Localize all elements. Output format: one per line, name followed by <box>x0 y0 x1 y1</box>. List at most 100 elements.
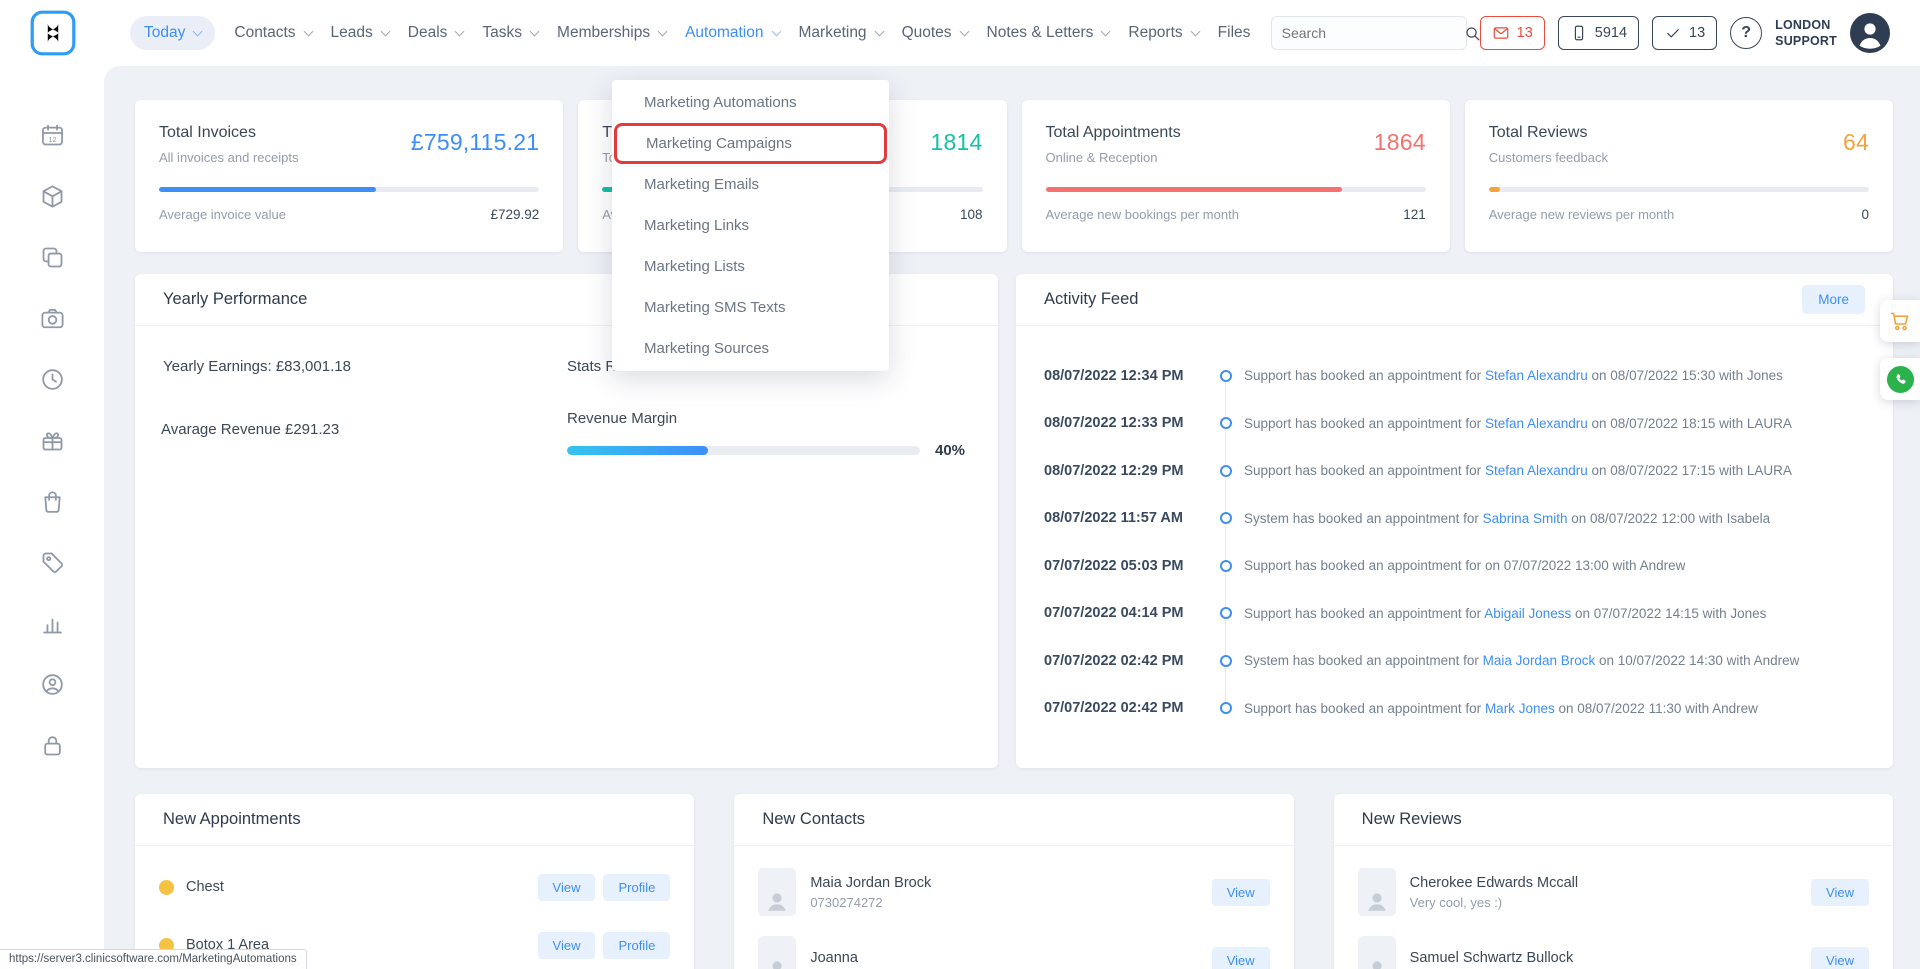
stat-progress-fill <box>159 187 376 192</box>
menu-item-marketing-emails[interactable]: Marketing Emails <box>612 164 889 205</box>
nav-item-memberships[interactable]: Memberships <box>557 24 666 42</box>
check-icon <box>1664 24 1682 42</box>
menu-item-marketing-lists[interactable]: Marketing Lists <box>612 246 889 287</box>
calendar-icon[interactable]: 12 <box>39 122 66 149</box>
new-appointments-card: New Appointments Chest View Profile Boto… <box>135 794 694 969</box>
location-label: LONDON SUPPORT <box>1775 17 1837 50</box>
feed-contact-link[interactable]: Abigail Joness <box>1484 606 1571 621</box>
feed-item: 08/07/2022 11:57 AM System has booked an… <box>1044 495 1865 543</box>
feed-item: 08/07/2022 12:33 PM Support has booked a… <box>1044 400 1865 448</box>
revenue-margin-label: Revenue Margin <box>567 410 965 427</box>
stat-progress-bar <box>1046 187 1426 192</box>
yearly-earnings: Yearly Earnings: £83,001.18 <box>163 358 351 375</box>
nav-item-automation[interactable]: Automation <box>685 24 779 42</box>
feed-timestamp: 08/07/2022 11:57 AM <box>1044 510 1212 526</box>
stat-progress-bar <box>1489 187 1869 192</box>
cart-icon <box>1888 309 1912 333</box>
revenue-margin-bar <box>567 446 920 455</box>
mail-counter[interactable]: 13 <box>1480 16 1545 50</box>
nav-item-marketing[interactable]: Marketing <box>799 24 883 42</box>
feed-marker-icon <box>1220 512 1232 524</box>
menu-item-marketing-sms-texts[interactable]: Marketing SMS Texts <box>612 287 889 328</box>
support-icon[interactable] <box>39 671 66 698</box>
profile-button[interactable]: Profile <box>603 874 670 901</box>
tag-icon[interactable] <box>39 549 66 576</box>
stat-progress-bar <box>159 187 539 192</box>
phone-counter[interactable]: 5914 <box>1558 16 1639 50</box>
more-button[interactable]: More <box>1802 285 1865 314</box>
gift-icon[interactable] <box>39 427 66 454</box>
nav-item-quotes[interactable]: Quotes <box>902 24 968 42</box>
view-button[interactable]: View <box>1811 879 1869 906</box>
call-widget-button[interactable] <box>1880 358 1920 400</box>
menu-item-marketing-automations[interactable]: Marketing Automations <box>612 82 889 123</box>
feed-timestamp: 07/07/2022 02:42 PM <box>1044 700 1212 716</box>
stat-card-total-reviews: Total Reviews Customers feedback 64 Aver… <box>1465 100 1893 252</box>
nav-item-notes-letters[interactable]: Notes & Letters <box>987 24 1110 42</box>
feed-contact-link[interactable]: Sabrina Smith <box>1483 511 1568 526</box>
view-button[interactable]: View <box>538 932 596 959</box>
person-avatar <box>1358 868 1396 916</box>
top-bar: Today Contacts Leads Deals Tasks Members… <box>0 0 1920 66</box>
lock-icon[interactable] <box>39 732 66 759</box>
package-icon[interactable] <box>39 183 66 210</box>
stat-value: 1864 <box>1374 129 1426 156</box>
stat-progress-fill <box>1489 187 1500 192</box>
contact-row: Maia Jordan Brock 0730274272 View <box>734 858 1293 926</box>
nav-item-reports[interactable]: Reports <box>1128 24 1198 42</box>
chevron-down-icon <box>874 27 884 37</box>
person-avatar <box>758 936 796 969</box>
cart-widget-button[interactable] <box>1880 300 1920 342</box>
feed-text: System has booked an appointment for Sab… <box>1244 511 1770 526</box>
nav-item-deals[interactable]: Deals <box>408 24 464 42</box>
user-avatar[interactable] <box>1850 13 1890 53</box>
search-input[interactable] <box>1282 25 1463 41</box>
bottom-row: New Appointments Chest View Profile Boto… <box>135 794 1893 969</box>
feed-contact-link[interactable]: Stefan Alexandru <box>1485 368 1588 383</box>
view-button[interactable]: View <box>1212 947 1270 969</box>
revenue-margin-fill <box>567 446 708 455</box>
view-button[interactable]: View <box>1212 879 1270 906</box>
stat-cards-row: Total Invoices All invoices and receipts… <box>135 100 1893 252</box>
feed-contact-link[interactable]: Mark Jones <box>1485 701 1555 716</box>
middle-row: Yearly Performance Yearly Earnings: £83,… <box>135 274 1893 768</box>
bar-chart-icon[interactable] <box>39 610 66 637</box>
nav-item-today[interactable]: Today <box>130 16 215 50</box>
view-button[interactable]: View <box>538 874 596 901</box>
nav-item-files[interactable]: Files <box>1218 24 1251 42</box>
left-sidebar: 12 <box>0 66 104 969</box>
profile-button[interactable]: Profile <box>603 932 670 959</box>
feed-text: Support has booked an appointment for Ab… <box>1244 606 1766 621</box>
feed-contact-link[interactable]: Stefan Alexandru <box>1485 416 1588 431</box>
view-button[interactable]: View <box>1811 947 1869 969</box>
nav-item-contacts[interactable]: Contacts <box>234 24 311 42</box>
nav-item-leads[interactable]: Leads <box>331 24 389 42</box>
stat-subtitle: Customers feedback <box>1489 150 1869 165</box>
copy-icon[interactable] <box>39 244 66 271</box>
menu-item-marketing-campaigns[interactable]: Marketing Campaigns <box>614 123 887 164</box>
mobile-phone-icon <box>1570 24 1588 42</box>
phone-count: 5914 <box>1595 25 1627 41</box>
menu-item-marketing-sources[interactable]: Marketing Sources <box>612 328 889 369</box>
feed-timestamp: 08/07/2022 12:34 PM <box>1044 368 1212 384</box>
history-icon[interactable] <box>39 366 66 393</box>
app-logo[interactable] <box>30 10 76 56</box>
feed-contact-link[interactable]: Maia Jordan Brock <box>1483 653 1596 668</box>
browser-status-bar: https://server3.clinicsoftware.com/Marke… <box>0 949 307 969</box>
camera-icon[interactable] <box>39 305 66 332</box>
help-button[interactable]: ? <box>1730 17 1762 49</box>
new-reviews-card: New Reviews Cherokee Edwards Mccall Very… <box>1334 794 1893 969</box>
nav-item-tasks[interactable]: Tasks <box>482 24 538 42</box>
tasks-counter[interactable]: 13 <box>1652 16 1717 50</box>
search-icon[interactable] <box>1463 24 1482 43</box>
menu-item-marketing-links[interactable]: Marketing Links <box>612 205 889 246</box>
stat-card-total-appointments: Total Appointments Online & Reception 18… <box>1022 100 1450 252</box>
feed-text: Support has booked an appointment for St… <box>1244 463 1792 478</box>
feed-contact-link[interactable]: Stefan Alexandru <box>1485 463 1588 478</box>
stat-title: Total Reviews <box>1489 124 1869 142</box>
shopping-bag-icon[interactable] <box>39 488 66 515</box>
feed-marker-icon <box>1220 370 1232 382</box>
chevron-down-icon <box>193 27 203 37</box>
stat-footer-value: £729.92 <box>490 207 539 222</box>
mail-count: 13 <box>1517 25 1533 41</box>
